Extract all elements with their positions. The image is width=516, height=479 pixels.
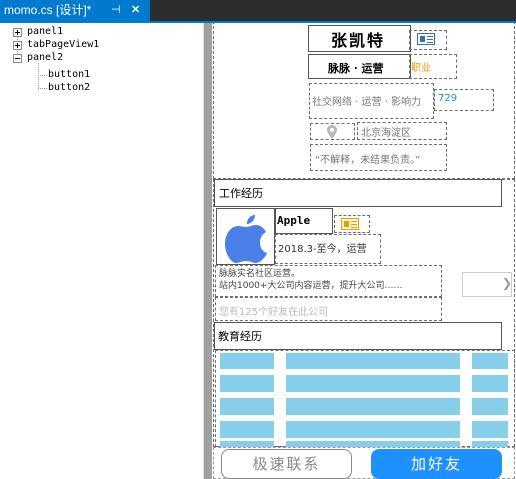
tree-connector xyxy=(38,75,47,76)
design-canvas: 张凯特 脉脉 · 运营 职业 社交网络 · 运营 · 影响力 729 北京海淀区… xyxy=(212,23,516,479)
friends-count-text: 您有125个好友在此公司 xyxy=(219,307,329,318)
gallery-cell xyxy=(286,398,460,415)
gallery-cell xyxy=(286,421,460,438)
pane-splitter[interactable] xyxy=(204,23,212,479)
profile-tags: 社交网络 · 运营 · 影响力 xyxy=(312,97,422,108)
pin-icon[interactable]: ⊣ xyxy=(111,0,121,21)
profile-name: 张凯特 xyxy=(331,31,386,50)
work-description-line2: 站内1000+大公司内容运营，提升大公司…… xyxy=(219,281,403,291)
tree-node-panel1[interactable]: panel1 xyxy=(27,26,63,38)
job-tag: 职业 xyxy=(411,63,431,74)
gallery-cell xyxy=(286,353,460,369)
tree-node-tabpageview1[interactable]: tabPageView1 xyxy=(27,39,99,51)
document-tab-strip: momo.cs [设计]* ⊣ ✕ xyxy=(0,0,516,21)
tree-node-button2[interactable]: button2 xyxy=(48,82,90,94)
gallery-cell xyxy=(472,398,508,415)
expand-icon[interactable] xyxy=(13,41,22,50)
profile-motto: “不解释，未结果负责。” xyxy=(315,155,421,166)
document-outline-tree: panel1 tabPageView1 panel2 button1 butto… xyxy=(0,23,204,479)
tree-node-button1[interactable]: button1 xyxy=(48,69,90,81)
gallery-cell xyxy=(220,375,274,392)
profile-role: 脉脉 · 运营 xyxy=(328,62,384,75)
map-pin-icon xyxy=(327,124,337,139)
company-name: Apple xyxy=(277,214,311,227)
tree-node-panel2[interactable]: panel2 xyxy=(27,52,63,64)
profile-location: 北京海淀区 xyxy=(361,128,411,139)
chevron-right-icon[interactable]: ❯ xyxy=(502,276,512,290)
work-period: 2018.3-至今，运营 xyxy=(278,244,367,255)
apple-logo xyxy=(222,210,270,263)
tag-count: 729 xyxy=(438,93,458,104)
education-section-title: 教育经历 xyxy=(218,330,262,343)
gallery-cell xyxy=(286,375,460,392)
work-section-title: 工作经历 xyxy=(219,187,263,200)
expand-icon[interactable] xyxy=(13,28,22,37)
id-card-icon xyxy=(417,33,435,45)
add-friend-button[interactable]: 加好友 xyxy=(371,449,502,479)
gallery-cell xyxy=(472,421,508,438)
gallery-cell xyxy=(220,421,274,438)
work-description: 脉脉实名社区运营。 站内1000+大公司内容运营，提升大公司…… xyxy=(219,268,402,292)
gallery-cell xyxy=(220,353,274,369)
gallery-cell xyxy=(220,398,274,415)
tab-title: momo.cs [设计]* xyxy=(4,3,92,17)
work-description-line1: 脉脉实名社区运营。 xyxy=(219,269,301,279)
collapse-icon[interactable] xyxy=(13,54,22,63)
tree-connector xyxy=(38,88,47,89)
id-card-icon xyxy=(341,218,359,230)
close-icon[interactable]: ✕ xyxy=(131,0,140,21)
fast-contact-button[interactable]: 极速联系 xyxy=(221,449,352,479)
document-tab[interactable]: momo.cs [设计]* ⊣ ✕ xyxy=(0,0,150,21)
gallery-cell xyxy=(472,375,508,392)
gallery-cell xyxy=(472,353,508,369)
